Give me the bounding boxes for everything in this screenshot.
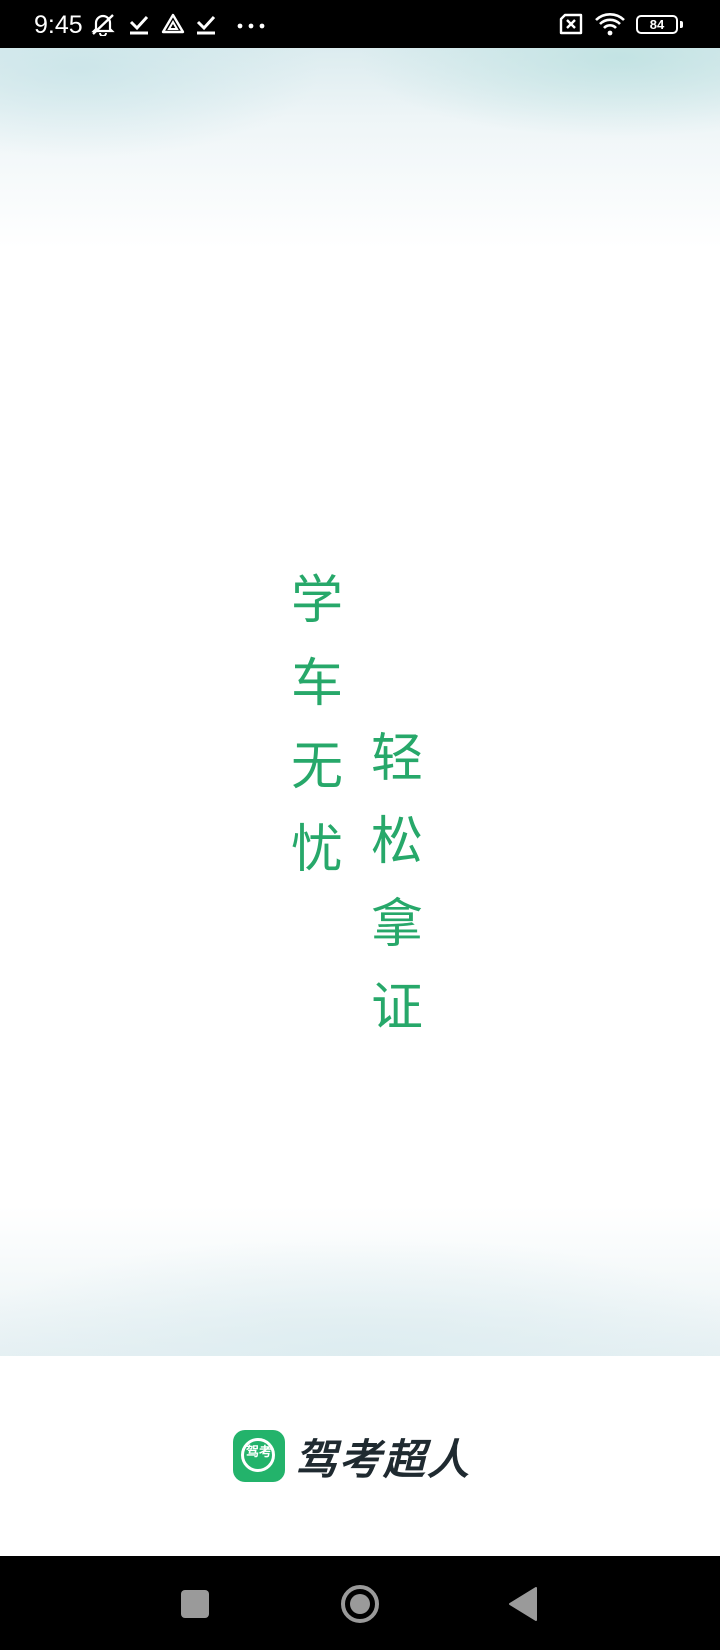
slogan-char: 轻	[370, 729, 423, 789]
slogan-char: 车	[290, 654, 343, 714]
no-sim-icon	[559, 13, 583, 35]
slogan-char: 无	[290, 737, 343, 797]
recents-square-icon[interactable]	[167, 1576, 223, 1632]
mute-icon	[91, 14, 115, 36]
slogan-char: 学	[290, 571, 343, 631]
drive-icon	[161, 13, 185, 34]
check-icon	[196, 15, 216, 35]
back-triangle-icon[interactable]	[496, 1576, 552, 1632]
sky-clouds	[0, 48, 720, 248]
logo-text: 驾考	[245, 1445, 272, 1460]
home-circle-icon[interactable]	[332, 1576, 388, 1632]
wifi-icon	[595, 13, 625, 36]
battery-icon: 84	[636, 15, 678, 34]
slogan-char: 证	[370, 978, 423, 1038]
navigation-bar	[0, 1556, 720, 1650]
brand-name: 驾考超人	[295, 1434, 472, 1484]
slogan-right-column: 轻 松 拿 证	[367, 718, 427, 1050]
slogan-char: 忧	[290, 820, 343, 880]
ground-haze	[0, 1206, 720, 1356]
slogan-char: 拿	[370, 895, 423, 955]
status-bar: 9:45 84	[0, 0, 720, 48]
more-dots-icon	[237, 23, 265, 29]
battery-tip	[680, 21, 683, 28]
check-icon	[129, 15, 149, 35]
slogan-char: 松	[370, 812, 423, 872]
slogan-left-column: 学 车 无 忧	[287, 560, 347, 892]
splash-illustration: 学 车 无 忧 轻 松 拿 证	[0, 48, 720, 1356]
brand-lockup: 驾考 驾考超人	[233, 1430, 471, 1484]
status-time: 9:45	[34, 11, 83, 39]
app-logo-icon: 驾考	[233, 1430, 285, 1482]
splash-screen: 9:45 84 学 车 无 忧 轻 松 拿 证 驾考 驾考超人	[0, 0, 720, 1650]
